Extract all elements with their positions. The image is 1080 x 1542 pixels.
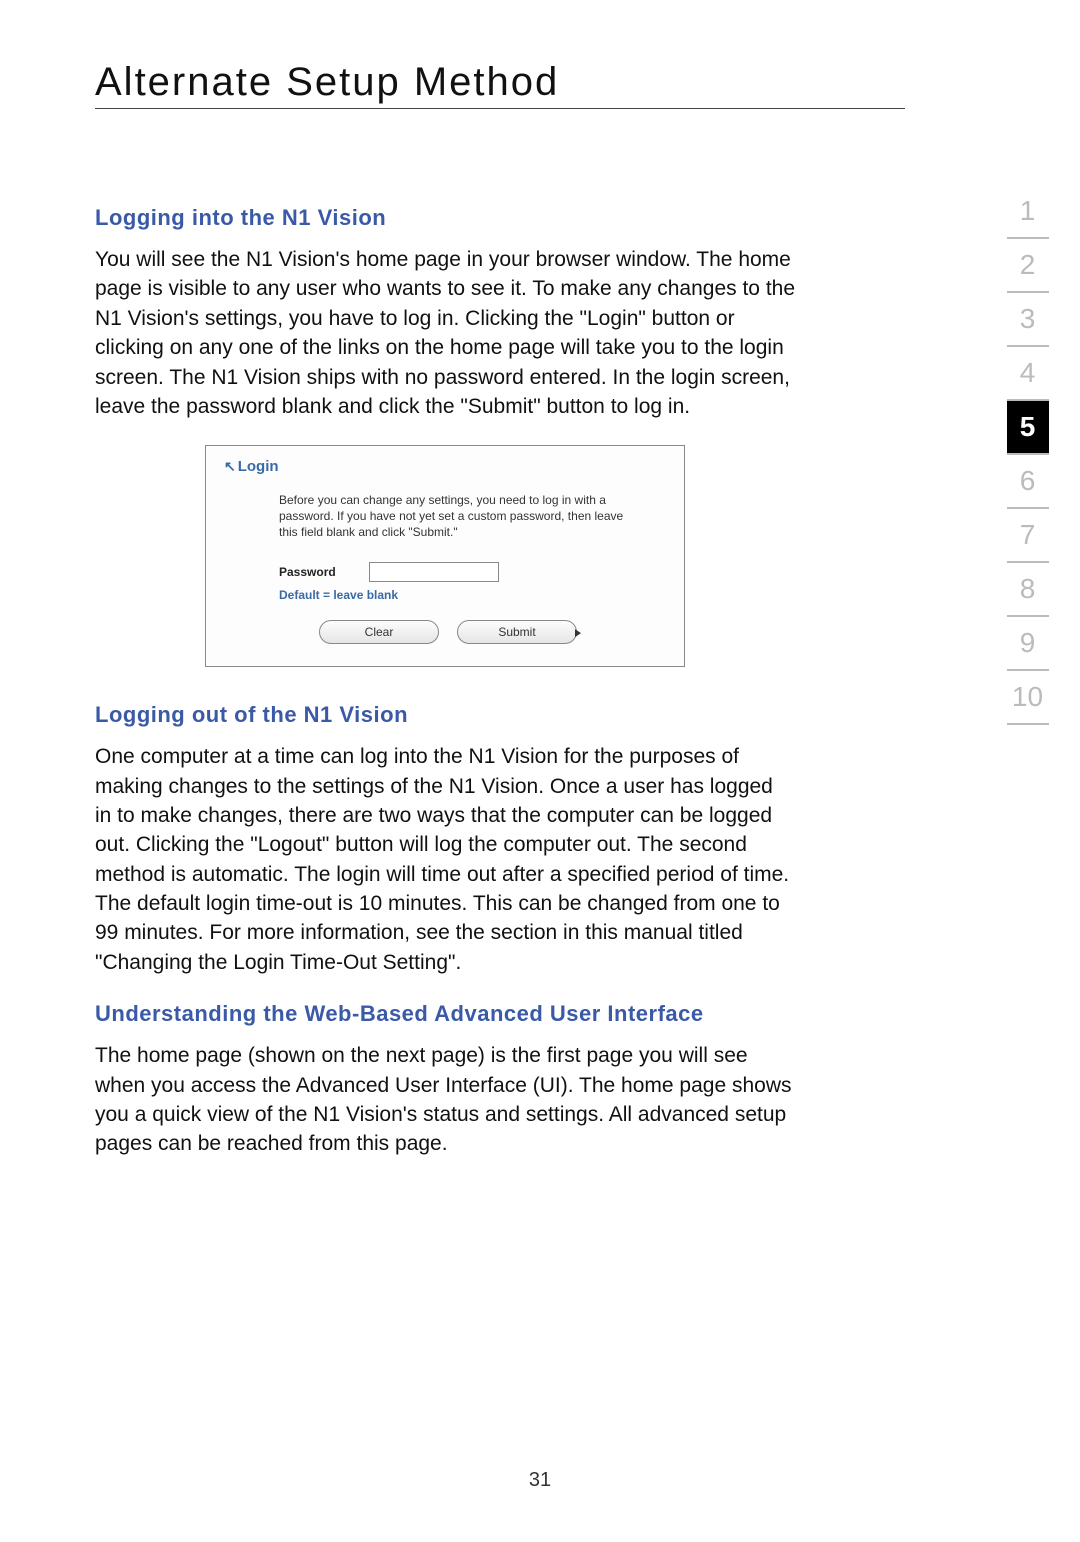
- page-number: 31: [0, 1469, 1080, 1492]
- section-tab-5[interactable]: 5: [1007, 401, 1049, 455]
- section-tab-10[interactable]: 10: [1007, 671, 1049, 725]
- section-tab-7[interactable]: 7: [1007, 509, 1049, 563]
- section-tab-3[interactable]: 3: [1007, 293, 1049, 347]
- login-screenshot-figure: ↖Login Before you can change any setting…: [205, 445, 685, 667]
- login-button-row: Clear Submit: [319, 620, 666, 644]
- heading-understanding: Understanding the Web-Based Advanced Use…: [95, 1001, 795, 1027]
- section-tab-4[interactable]: 4: [1007, 347, 1049, 401]
- cursor-icon: ↖: [224, 458, 236, 475]
- section-tab-1[interactable]: 1: [1007, 185, 1049, 239]
- password-input[interactable]: [369, 562, 499, 582]
- paragraph-logging-out: One computer at a time can log into the …: [95, 742, 795, 977]
- password-field-row: Password: [279, 562, 666, 582]
- login-title-text: Login: [238, 458, 279, 475]
- password-default-hint: Default = leave blank: [279, 588, 666, 602]
- paragraph-logging-in: You will see the N1 Vision's home page i…: [95, 245, 795, 421]
- heading-logging-out: Logging out of the N1 Vision: [95, 702, 795, 728]
- heading-logging-in: Logging into the N1 Vision: [95, 205, 795, 231]
- page-title: Alternate Setup Method: [95, 60, 559, 105]
- main-content: Logging into the N1 Vision You will see …: [95, 205, 795, 1183]
- paragraph-understanding: The home page (shown on the next page) i…: [95, 1041, 795, 1159]
- clear-button[interactable]: Clear: [319, 620, 439, 644]
- section-nav: 1 2 3 4 5 6 7 8 9 10: [1005, 185, 1050, 725]
- section-tab-2[interactable]: 2: [1007, 239, 1049, 293]
- login-instructions-text: Before you can change any settings, you …: [279, 493, 639, 540]
- title-divider: [95, 108, 905, 109]
- password-label: Password: [279, 565, 369, 579]
- section-tab-8[interactable]: 8: [1007, 563, 1049, 617]
- submit-button[interactable]: Submit: [457, 620, 577, 644]
- section-tab-6[interactable]: 6: [1007, 455, 1049, 509]
- login-figure-title: ↖Login: [224, 458, 666, 475]
- section-nav-label: section: [1076, 300, 1080, 426]
- section-tab-9[interactable]: 9: [1007, 617, 1049, 671]
